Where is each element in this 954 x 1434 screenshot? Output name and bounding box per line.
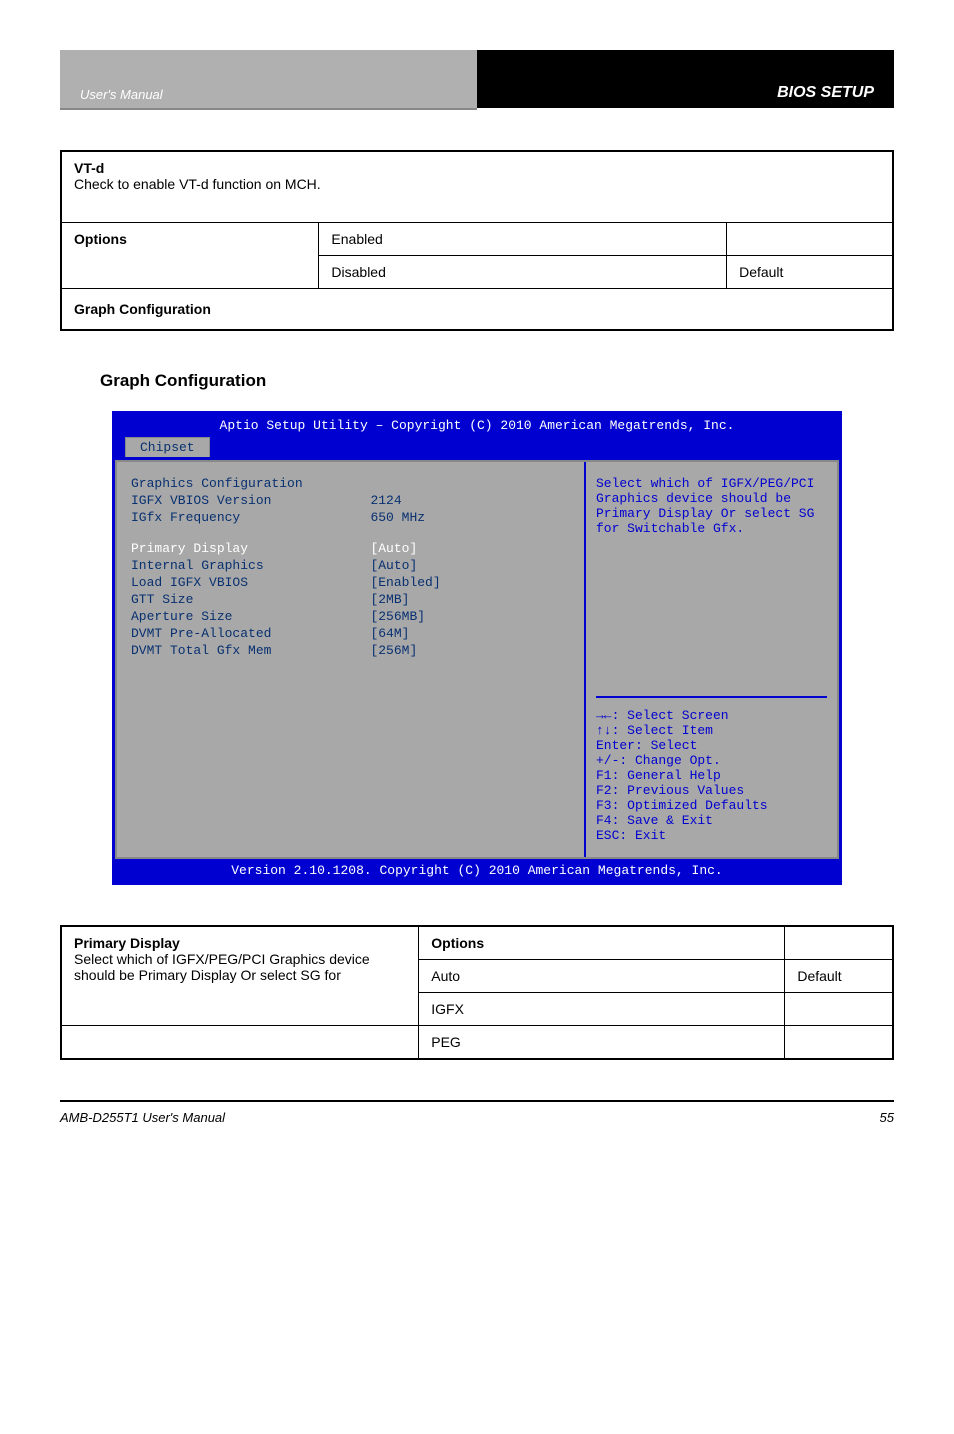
page-footer: AMB-D255T1 User's Manual 55 (60, 1100, 894, 1125)
bios-r2-value: 650 MHz (370, 510, 570, 525)
bios-r5-value[interactable]: [Enabled] (370, 575, 570, 590)
bios-right-pane: Select which of IGFX/PEG/PCI Graphics de… (584, 462, 837, 857)
bios-r9-label[interactable]: DVMT Total Gfx Mem (131, 643, 370, 658)
bios-key-enter: Enter: Select (596, 738, 827, 753)
pd-description: Primary Display Select which of IGFX/PEG… (61, 926, 419, 1026)
bios-r2-label: IGfx Frequency (131, 510, 370, 525)
bios-key-change: +/-: Change Opt. (596, 753, 827, 768)
pd-desc-text: Select which of IGFX/PEG/PCI Graphics de… (74, 951, 370, 983)
bios-title-bar: Aptio Setup Utility – Copyright (C) 2010… (115, 414, 839, 437)
graph-conf-row: Graph Configuration (61, 289, 893, 331)
header-right: BIOS SETUP (477, 50, 894, 110)
option-default: Default (727, 256, 893, 289)
vtd-table: VT-d Check to enable VT-d function on MC… (60, 150, 894, 331)
bios-version-bar: Version 2.10.1208. Copyright (C) 2010 Am… (115, 859, 839, 882)
bios-r8-label[interactable]: DVMT Pre-Allocated (131, 626, 370, 641)
vtd-description: VT-d Check to enable VT-d function on MC… (61, 151, 893, 223)
bios-key-f3: F3: Optimized Defaults (596, 798, 827, 813)
pd-desc-continued (61, 1026, 419, 1060)
primary-display-table: Primary Display Select which of IGFX/PEG… (60, 925, 894, 1060)
options-label: Options (74, 231, 127, 247)
bios-key-screen: →←: Select Screen (596, 708, 827, 723)
bios-r7-label[interactable]: Aperture Size (131, 609, 370, 624)
bios-key-f1: F1: General Help (596, 768, 827, 783)
pd-option-peg-blank (785, 1026, 893, 1060)
bios-help-text: Select which of IGFX/PEG/PCI Graphics de… (596, 476, 827, 696)
pd-option-igfx-blank (785, 993, 893, 1026)
bios-heading: Graphics Configuration (131, 476, 370, 491)
bios-tab-chipset[interactable]: Chipset (125, 437, 210, 457)
vtd-desc-text: Check to enable VT-d function on MCH. (74, 176, 321, 192)
pd-option-igfx: IGFX (419, 993, 785, 1026)
pd-option-peg: PEG (419, 1026, 785, 1060)
footer-page-number: 55 (880, 1110, 894, 1125)
option-enabled-blank (727, 223, 893, 256)
bios-r3-value[interactable]: [Auto] (370, 541, 570, 556)
bios-left-pane: Graphics Configuration IGFX VBIOS Versio… (117, 462, 584, 857)
bios-r3-label[interactable]: Primary Display (131, 541, 370, 556)
option-disabled: Disabled (319, 256, 727, 289)
bios-r5-label[interactable]: Load IGFX VBIOS (131, 575, 370, 590)
pd-option-auto: Auto (419, 960, 785, 993)
bios-r1-label: IGFX VBIOS Version (131, 493, 370, 508)
vtd-label: VT-d (74, 160, 104, 176)
bios-r8-value[interactable]: [64M] (370, 626, 570, 641)
bios-r1-value: 2124 (370, 493, 570, 508)
section-title: Graph Configuration (100, 371, 894, 391)
bios-r6-value[interactable]: [2MB] (370, 592, 570, 607)
bios-key-item: ↑↓: Select Item (596, 723, 827, 738)
bios-r6-label[interactable]: GTT Size (131, 592, 370, 607)
bios-key-f2: F2: Previous Values (596, 783, 827, 798)
graph-conf-label: Graph Configuration (74, 301, 211, 317)
footer-left: AMB-D255T1 User's Manual (60, 1110, 225, 1125)
header-left: User's Manual (60, 50, 477, 110)
pd-option-auto-default: Default (785, 960, 893, 993)
bios-key-f4: F4: Save & Exit (596, 813, 827, 828)
pd-label: Primary Display (74, 935, 180, 951)
bios-r4-value[interactable]: [Auto] (370, 558, 570, 573)
bios-r9-value[interactable]: [256M] (370, 643, 570, 658)
bios-r4-label[interactable]: Internal Graphics (131, 558, 370, 573)
bios-key-hints: →←: Select Screen ↑↓: Select Item Enter:… (596, 696, 827, 843)
bios-r7-value[interactable]: [256MB] (370, 609, 570, 624)
option-enabled: Enabled (319, 223, 727, 256)
bios-key-esc: ESC: Exit (596, 828, 827, 843)
pd-options-label: Options (419, 926, 785, 960)
pd-options-blank (785, 926, 893, 960)
bios-tab-row: Chipset (115, 437, 839, 460)
page-header: User's Manual BIOS SETUP (60, 50, 894, 110)
options-label-cell: Options (61, 223, 319, 289)
bios-screenshot: Aptio Setup Utility – Copyright (C) 2010… (112, 411, 842, 885)
